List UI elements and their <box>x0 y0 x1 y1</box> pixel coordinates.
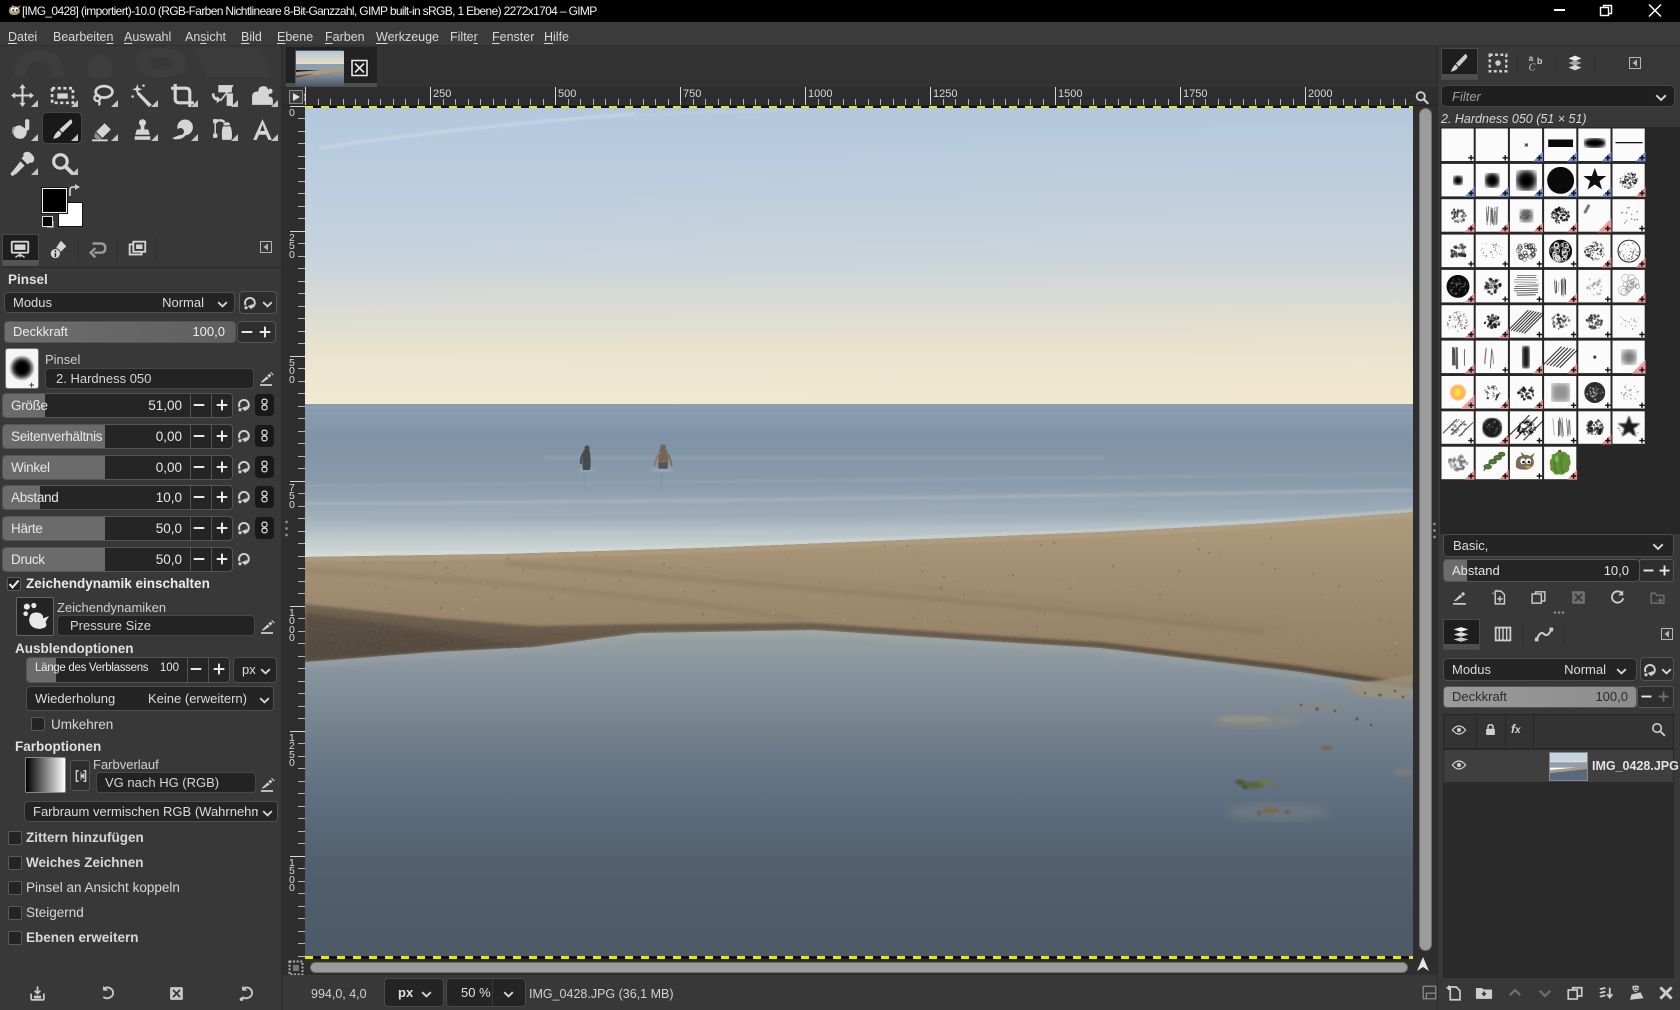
svg-text:C: C <box>1529 62 1536 73</box>
svg-text:b: b <box>1537 56 1543 66</box>
